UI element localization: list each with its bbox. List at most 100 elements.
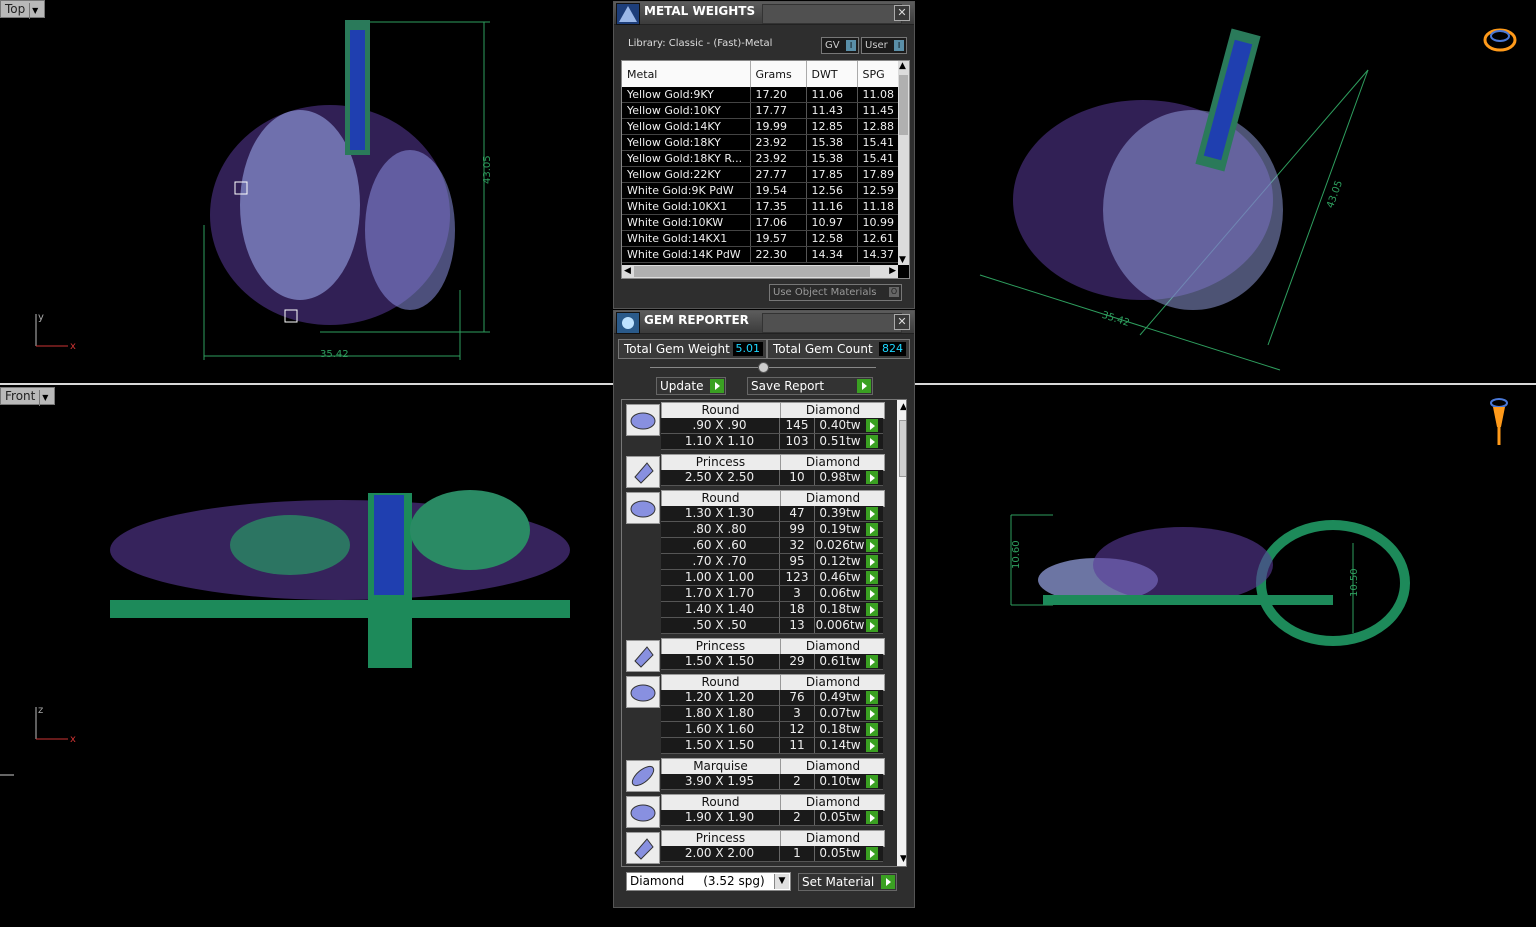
table-row[interactable]: Yellow Gold:10KY 17.77 11.43 11.45: [622, 102, 904, 119]
select-gems-play-icon[interactable]: [866, 555, 878, 568]
metal-table-vscrollbar[interactable]: ▲ ▼: [898, 61, 909, 265]
chevron-down-icon[interactable]: ▼: [774, 874, 789, 889]
titlebar-tab-area: [762, 313, 902, 333]
select-gems-play-icon[interactable]: [866, 723, 878, 736]
viewport-top[interactable]: Top ▼ 43.05 35.42 y x: [0, 0, 613, 383]
table-row[interactable]: Yellow Gold:18KY R... 23.92 15.38 15.41: [622, 150, 904, 167]
select-gems-play-icon[interactable]: [866, 707, 878, 720]
select-gems-play-icon[interactable]: [866, 619, 878, 632]
gem-weight: 0.51tw: [814, 434, 865, 449]
gem-row[interactable]: 1.00 X 1.00 123 0.46tw: [661, 570, 883, 586]
table-row[interactable]: White Gold:14KX1 19.57 12.58 12.61: [622, 230, 904, 247]
select-gems-play-icon[interactable]: [866, 655, 878, 668]
scroll-thumb[interactable]: [634, 266, 870, 277]
select-gems-play-icon[interactable]: [866, 571, 878, 584]
select-gems-play-icon[interactable]: [866, 471, 878, 484]
select-gems-play-icon[interactable]: [866, 847, 878, 860]
set-material-button[interactable]: Set Material: [798, 873, 897, 891]
scroll-down-icon[interactable]: ▼: [899, 255, 906, 265]
table-row[interactable]: White Gold:10KW 17.06 10.97 10.99: [622, 214, 904, 231]
cell-metal: White Gold:14KX1: [622, 230, 751, 247]
gem-row[interactable]: .60 X .60 32 0.026tw: [661, 538, 883, 554]
scroll-thumb[interactable]: [899, 420, 906, 477]
scroll-up-icon[interactable]: ▲: [900, 402, 906, 412]
total-gem-count-value: 824: [879, 342, 906, 356]
splitter-grip-icon[interactable]: [758, 362, 769, 373]
round-gem-icon[interactable]: [626, 492, 660, 524]
metal-table-hscrollbar[interactable]: ◀ ▶: [622, 265, 898, 278]
table-row[interactable]: White Gold:10KX1 17.35 11.16 11.18: [622, 198, 904, 215]
gem-row[interactable]: 1.50 X 1.50 29 0.61tw: [661, 654, 883, 670]
camera-light-icon[interactable]: [1487, 397, 1511, 449]
scroll-left-icon[interactable]: ◀: [624, 266, 631, 276]
gem-list[interactable]: ▲ ▼ Round Diamond .90 X .90 145 0.40tw 1.10 X…: [621, 399, 907, 867]
princess-gem-icon[interactable]: [626, 456, 660, 488]
round-gem-icon[interactable]: [626, 796, 660, 828]
select-gems-play-icon[interactable]: [866, 435, 878, 448]
gem-size: 1.50 X 1.50: [684, 654, 755, 668]
gem-list-vscrollbar[interactable]: ▲ ▼: [897, 400, 906, 866]
select-gems-play-icon[interactable]: [866, 507, 878, 520]
table-row[interactable]: White Gold:14K PdW 22.30 14.34 14.37: [622, 246, 904, 263]
save-report-button[interactable]: Save Report: [747, 377, 873, 395]
gem-row[interactable]: .70 X .70 95 0.12tw: [661, 554, 883, 570]
gem-row[interactable]: 1.90 X 1.90 2 0.05tw: [661, 810, 883, 826]
gem-row[interactable]: 1.70 X 1.70 3 0.06tw: [661, 586, 883, 602]
scroll-up-icon[interactable]: ▲: [899, 61, 906, 71]
close-icon[interactable]: ✕: [894, 5, 910, 21]
material-select[interactable]: Diamond (3.52 spg) ▼: [626, 872, 791, 891]
round-gem-icon[interactable]: [626, 404, 660, 436]
viewport-front[interactable]: Front ▼ z x: [0, 385, 613, 927]
column-header[interactable]: Grams: [750, 61, 807, 87]
select-gems-play-icon[interactable]: [866, 539, 878, 552]
table-row[interactable]: Yellow Gold:9KY 17.20 11.06 11.08: [622, 87, 904, 103]
gem-row[interactable]: 2.50 X 2.50 10 0.98tw: [661, 470, 883, 486]
select-gems-play-icon[interactable]: [866, 419, 878, 432]
update-button[interactable]: Update: [656, 377, 726, 395]
gem-reporter-titlebar[interactable]: GEM REPORTER ✕: [614, 311, 914, 334]
scroll-down-icon[interactable]: ▼: [900, 854, 906, 864]
gem-row[interactable]: 1.10 X 1.10 103 0.51tw: [661, 434, 883, 450]
metal-weights-titlebar[interactable]: METAL WEIGHTS ✕: [614, 2, 914, 25]
splitter-handle[interactable]: [650, 362, 876, 373]
column-header[interactable]: DWT: [806, 61, 858, 87]
select-gems-play-icon[interactable]: [866, 523, 878, 536]
close-icon[interactable]: ✕: [894, 314, 910, 330]
metal-weights-table[interactable]: Metal Grams DWT SPG Yellow Gold:9KY 17.20 11.…: [621, 60, 910, 279]
select-gems-play-icon[interactable]: [866, 775, 878, 788]
gem-row[interactable]: 1.50 X 1.50 11 0.14tw: [661, 738, 883, 754]
select-gems-play-icon[interactable]: [866, 739, 878, 752]
round-gem-icon[interactable]: [626, 676, 660, 708]
gem-row[interactable]: 1.60 X 1.60 12 0.18tw: [661, 722, 883, 738]
column-header[interactable]: Metal: [622, 61, 751, 87]
select-gems-play-icon[interactable]: [866, 603, 878, 616]
gem-row[interactable]: 1.20 X 1.20 76 0.49tw: [661, 690, 883, 706]
use-object-materials-toggle[interactable]: Use Object Materials O: [769, 284, 902, 301]
table-row[interactable]: Yellow Gold:18KY 23.92 15.38 15.41: [622, 134, 904, 151]
table-row[interactable]: Yellow Gold:14KY 19.99 12.85 12.88: [622, 118, 904, 135]
gem-row[interactable]: 1.40 X 1.40 18 0.18tw: [661, 602, 883, 618]
marquise-gem-icon[interactable]: [626, 760, 660, 792]
ring-navigation-icon[interactable]: [1480, 22, 1520, 56]
gem-row[interactable]: .90 X .90 145 0.40tw: [661, 418, 883, 434]
viewport-right[interactable]: 10.60 10.50: [913, 385, 1536, 927]
gem-row[interactable]: 3.90 X 1.95 2 0.10tw: [661, 774, 883, 790]
column-header[interactable]: SPG: [857, 61, 904, 87]
select-gems-play-icon[interactable]: [866, 587, 878, 600]
viewport-perspective[interactable]: 43.05 35.42: [913, 0, 1536, 383]
princess-gem-icon[interactable]: [626, 832, 660, 864]
select-gems-play-icon[interactable]: [866, 691, 878, 704]
scroll-right-icon[interactable]: ▶: [889, 266, 896, 276]
table-row[interactable]: Yellow Gold:22KY 27.77 17.85 17.89: [622, 166, 904, 183]
user-toggle[interactable]: User I: [861, 37, 907, 54]
gem-row[interactable]: 2.00 X 2.00 1 0.05tw: [661, 846, 883, 862]
select-gems-play-icon[interactable]: [866, 811, 878, 824]
gem-row[interactable]: 1.30 X 1.30 47 0.39tw: [661, 506, 883, 522]
gem-row[interactable]: .50 X .50 13 0.006tw: [661, 618, 883, 634]
table-row[interactable]: White Gold:9K PdW 19.54 12.56 12.59: [622, 182, 904, 199]
gem-row[interactable]: 1.80 X 1.80 3 0.07tw: [661, 706, 883, 722]
gem-row[interactable]: .80 X .80 99 0.19tw: [661, 522, 883, 538]
gv-toggle[interactable]: GV I: [821, 37, 859, 54]
princess-gem-icon[interactable]: [626, 640, 660, 672]
scroll-thumb[interactable]: [899, 75, 908, 135]
